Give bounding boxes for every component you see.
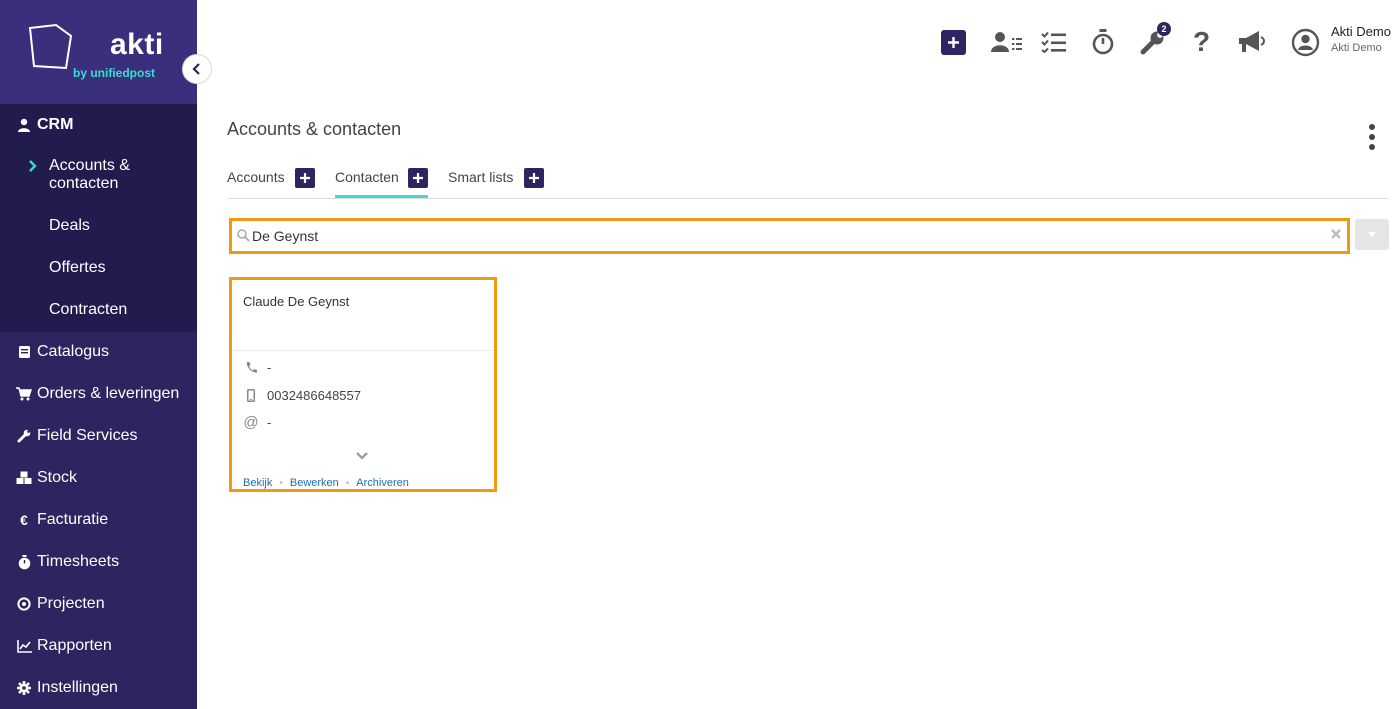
sidebar-item-label: Orders & leveringen [37, 385, 180, 402]
sidebar-item-label: Instellingen [37, 679, 118, 696]
sidebar-item-facturatie[interactable]: € Facturatie [0, 499, 197, 541]
contact-mobile-row: 0032486648557 [243, 388, 361, 403]
euro-icon: € [20, 512, 28, 528]
search-icon [237, 229, 250, 242]
view-link[interactable]: Bekijk [243, 477, 272, 489]
cart-icon [16, 386, 32, 402]
chart-icon [16, 638, 32, 654]
sidebar-subitem-label-line1: Accounts & [49, 157, 130, 174]
sidebar-item-label: Projecten [37, 595, 105, 612]
search-box [229, 218, 1350, 254]
edit-link[interactable]: Bewerken [290, 477, 339, 489]
user-company: Akti Demo [1331, 42, 1382, 54]
add-contact-button[interactable] [408, 168, 428, 188]
contact-card: Claude De Geynst - 0032486648557 @ - Bek… [229, 277, 497, 492]
stopwatch-icon [16, 554, 32, 570]
search-options-dropdown[interactable] [1355, 219, 1389, 250]
sidebar-item-stock[interactable]: Stock [0, 457, 197, 499]
user-avatar-button[interactable] [1291, 27, 1320, 57]
contact-phone-row: - [243, 360, 271, 375]
separator-dot: • [345, 477, 350, 489]
book-icon [16, 344, 32, 360]
tools-button[interactable]: 2 [1140, 22, 1171, 57]
contact-email-row: @ - [243, 414, 271, 431]
checklist-icon [1041, 31, 1066, 53]
megaphone-icon [1239, 31, 1265, 52]
phone-icon [243, 361, 259, 374]
page-title: Accounts & contacten [227, 119, 402, 139]
separator-dot: • [279, 477, 283, 489]
sidebar-item-label: Timesheets [37, 553, 120, 570]
caret-down-icon [1368, 232, 1376, 237]
archive-link[interactable]: Archiveren [356, 477, 409, 489]
sidebar-item-orders[interactable]: Orders & leveringen [0, 373, 197, 415]
sidebar-item-instellingen[interactable]: Instellingen [0, 667, 197, 709]
tab-contacten[interactable]: Contacten [335, 169, 399, 185]
sidebar-item-rapporten[interactable]: Rapporten [0, 625, 197, 667]
contacts-list-icon [991, 32, 1022, 52]
user-icon [16, 117, 32, 133]
plus-icon [300, 173, 310, 183]
contact-mobile[interactable]: 0032486648557 [267, 388, 361, 403]
sidebar-subitem-accounts-contacten[interactable]: Accounts & contacten [49, 157, 130, 193]
announcements-button[interactable] [1237, 27, 1267, 57]
wrench-icon [16, 428, 32, 444]
sidebar-item-label: Field Services [37, 427, 138, 444]
tasks-button[interactable] [1041, 27, 1067, 57]
gear-icon [16, 680, 32, 696]
sidebar-item-projecten[interactable]: Projecten [0, 583, 197, 625]
chevron-right-icon [29, 160, 37, 172]
tab-smart-lists[interactable]: Smart lists [448, 169, 513, 185]
chevron-left-icon [192, 63, 200, 75]
sidebar-item-label: CRM [37, 116, 74, 133]
sidebar-item-label: Catalogus [37, 343, 110, 360]
tabs-divider [227, 198, 1389, 199]
sidebar-item-crm[interactable]: CRM [0, 104, 197, 146]
sidebar-item-label: Stock [37, 469, 78, 486]
sidebar-subitem-deals[interactable]: Deals [49, 217, 90, 235]
at-icon: @ [243, 414, 259, 431]
user-name[interactable]: Akti Demo [1331, 24, 1391, 39]
sidebar-collapse-button[interactable] [182, 54, 212, 84]
timer-button[interactable] [1091, 27, 1115, 57]
sidebar-subitem-contracten[interactable]: Contracten [49, 301, 127, 319]
card-divider [232, 350, 494, 351]
plus-icon [941, 29, 966, 55]
contact-phone: - [267, 360, 272, 375]
plus-icon [413, 173, 423, 183]
sidebar-item-field-services[interactable]: Field Services [0, 415, 197, 457]
sidebar: akti by unifiedpost CRM Accounts & conta… [0, 0, 197, 709]
card-actions: Bekijk • Bewerken • Archiveren [243, 477, 409, 489]
question-icon: ? [1193, 26, 1211, 57]
close-icon[interactable] [1330, 228, 1342, 240]
contacts-list-button[interactable] [990, 27, 1023, 57]
help-button[interactable]: ? [1193, 27, 1210, 57]
sidebar-item-timesheets[interactable]: Timesheets [0, 541, 197, 583]
more-options-icon[interactable] [1368, 124, 1376, 150]
sidebar-item-label: Rapporten [37, 637, 112, 654]
tab-accounts[interactable]: Accounts [227, 169, 285, 185]
logo-wordmark: akti [110, 28, 164, 61]
add-account-button[interactable] [295, 168, 315, 188]
search-input[interactable] [252, 225, 1322, 247]
akti-logo-icon [28, 23, 73, 70]
sidebar-subitem-offertes[interactable]: Offertes [49, 259, 106, 277]
plus-icon [529, 173, 539, 183]
logo-tagline: by unifiedpost [73, 66, 155, 80]
chevron-down-icon[interactable] [355, 451, 369, 460]
logo-area: akti by unifiedpost [0, 0, 197, 104]
quick-add-button[interactable] [941, 27, 966, 57]
avatar-icon [1291, 28, 1320, 56]
contact-email: - [267, 415, 272, 430]
contact-name[interactable]: Claude De Geynst [243, 294, 349, 309]
boxes-icon [16, 470, 32, 486]
sidebar-item-catalogus[interactable]: Catalogus [0, 331, 197, 373]
sidebar-subitem-label-line2: contacten [49, 175, 119, 192]
add-smart-list-button[interactable] [524, 168, 544, 188]
target-icon [16, 596, 32, 612]
mobile-icon [243, 389, 259, 402]
sidebar-item-label: Facturatie [37, 511, 109, 528]
notification-badge: 2 [1157, 22, 1171, 36]
stopwatch-icon [1092, 29, 1114, 55]
